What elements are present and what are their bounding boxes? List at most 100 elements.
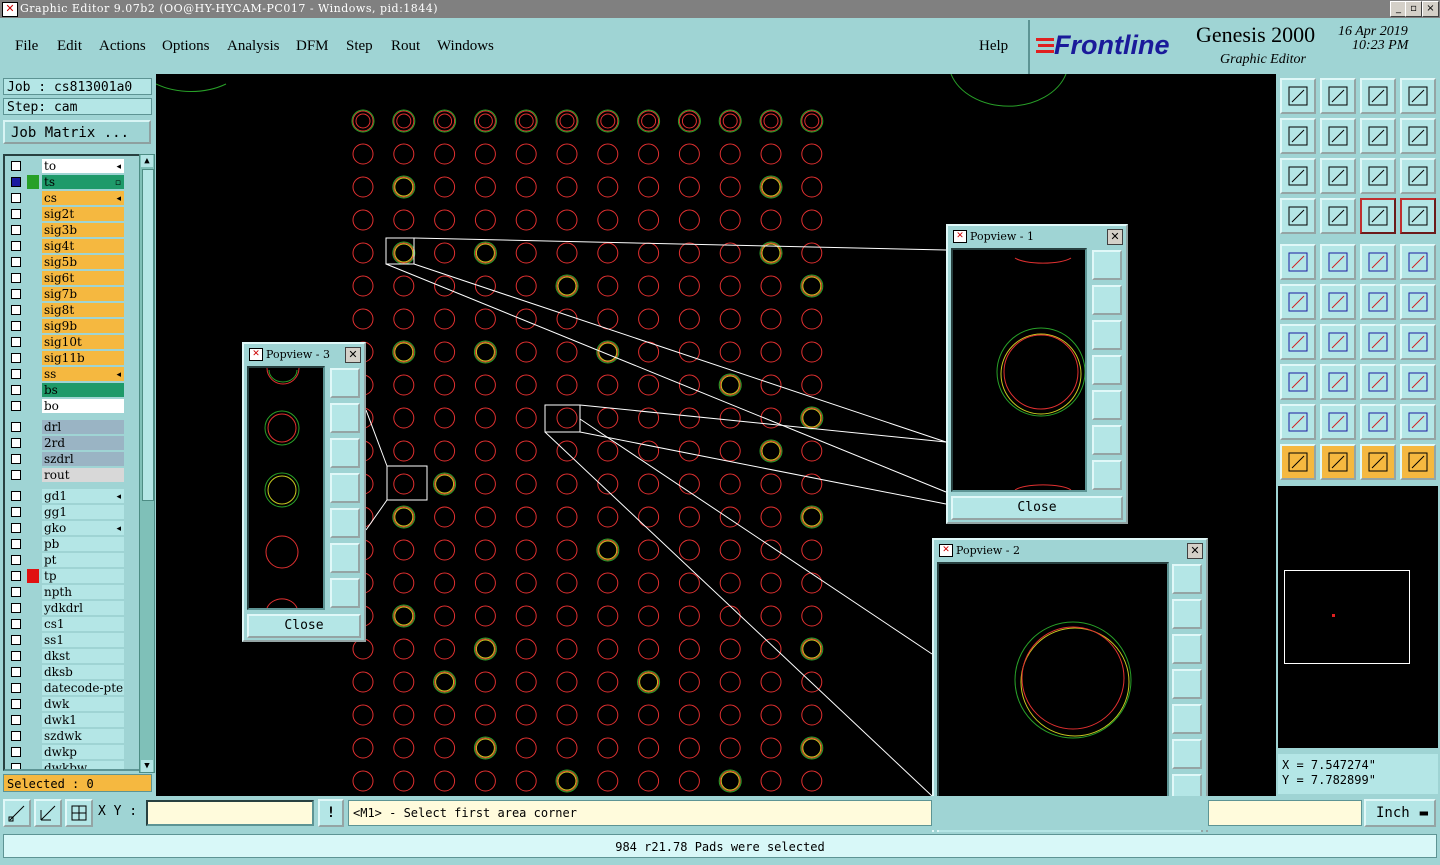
pad[interactable] <box>719 176 741 198</box>
pad[interactable] <box>597 572 619 594</box>
pad[interactable] <box>597 506 619 528</box>
layer-row[interactable]: bs <box>5 382 142 398</box>
layer-name[interactable]: sig9b <box>42 319 124 333</box>
pan-left-button[interactable] <box>1280 118 1316 154</box>
pad[interactable] <box>801 605 823 627</box>
layer-checkbox[interactable] <box>11 571 21 581</box>
flow-button[interactable] <box>1400 444 1436 480</box>
pad[interactable] <box>597 671 619 693</box>
layer-name[interactable]: ss ◂ <box>42 367 124 381</box>
layer-color-swatch[interactable] <box>27 521 39 535</box>
pad[interactable] <box>434 341 456 363</box>
pad[interactable] <box>556 638 578 660</box>
pad[interactable] <box>597 770 619 792</box>
pad[interactable] <box>760 176 782 198</box>
layer-color-swatch[interactable] <box>27 223 39 237</box>
pad[interactable] <box>760 308 782 330</box>
layer-row[interactable]: ss ◂ <box>5 366 142 382</box>
pad[interactable] <box>434 605 456 627</box>
pad[interactable] <box>719 275 741 297</box>
pad[interactable] <box>352 308 374 330</box>
pad[interactable] <box>352 704 374 726</box>
pad[interactable] <box>474 539 496 561</box>
popview-zoom-in-button[interactable] <box>1092 460 1122 490</box>
layer-color-swatch[interactable] <box>27 468 39 482</box>
close-window-button[interactable]: × <box>1422 1 1439 17</box>
cursor-box-button[interactable] <box>1320 444 1356 480</box>
menu-edit[interactable]: Edit <box>57 38 82 55</box>
pad[interactable] <box>515 209 537 231</box>
scroll-up-icon[interactable]: ▲ <box>141 155 153 167</box>
cluster-button[interactable] <box>1400 364 1436 400</box>
popview-zoom-fit-button[interactable] <box>1172 564 1202 594</box>
pad[interactable] <box>393 440 415 462</box>
layer-color-swatch[interactable] <box>27 420 39 434</box>
layer-color-swatch[interactable] <box>27 553 39 567</box>
popview-pan-left-button[interactable] <box>330 473 360 503</box>
layer-row[interactable]: sig7b <box>5 286 142 302</box>
pad[interactable] <box>434 176 456 198</box>
pad[interactable] <box>393 143 415 165</box>
pad[interactable] <box>801 704 823 726</box>
pad[interactable] <box>393 209 415 231</box>
layer-checkbox[interactable] <box>11 699 21 709</box>
layer-color-swatch[interactable] <box>27 665 39 679</box>
pad[interactable] <box>638 704 660 726</box>
layer-color-swatch[interactable] <box>27 489 39 503</box>
pad[interactable] <box>760 275 782 297</box>
window-button[interactable] <box>1400 78 1436 114</box>
layer-name[interactable]: cs ◂ <box>42 191 124 205</box>
pad[interactable] <box>678 407 700 429</box>
menu-options[interactable]: Options <box>162 38 210 55</box>
pad[interactable] <box>434 506 456 528</box>
pad[interactable] <box>678 539 700 561</box>
layer-row[interactable]: sig3b <box>5 222 142 238</box>
arch-button[interactable] <box>1320 404 1356 440</box>
pad[interactable] <box>597 539 619 561</box>
pad[interactable] <box>638 308 660 330</box>
pad[interactable] <box>352 638 374 660</box>
layer-checkbox[interactable] <box>11 491 21 501</box>
layer-name[interactable]: gg1 <box>42 505 124 519</box>
layer-name[interactable]: dwkp <box>42 745 124 759</box>
layer-name[interactable]: sig8t <box>42 303 124 317</box>
popview-1-close-x[interactable]: ✕ <box>1107 229 1123 245</box>
pad[interactable] <box>474 209 496 231</box>
pad[interactable] <box>801 506 823 528</box>
layer-name[interactable]: rout <box>42 468 124 482</box>
layer-checkbox[interactable] <box>11 603 21 613</box>
pad[interactable] <box>474 176 496 198</box>
scale-button[interactable] <box>1360 158 1396 194</box>
layer-row[interactable]: rout <box>5 467 142 483</box>
popview-pan-down-button[interactable] <box>1092 320 1122 350</box>
pad[interactable] <box>760 374 782 396</box>
layer-row[interactable]: dwk <box>5 696 142 712</box>
layer-color-swatch[interactable] <box>27 745 39 759</box>
pad[interactable] <box>556 572 578 594</box>
triangle-button[interactable] <box>1280 404 1316 440</box>
layer-name[interactable]: 2rd <box>42 436 124 450</box>
popview-zoom-out-button[interactable] <box>1092 425 1122 455</box>
pad[interactable] <box>556 308 578 330</box>
pad[interactable] <box>760 143 782 165</box>
layer-name[interactable]: datecode-pte <box>42 681 124 695</box>
menu-dfm[interactable]: DFM <box>296 38 329 55</box>
layer-checkbox[interactable] <box>11 385 21 395</box>
pad[interactable] <box>393 341 415 363</box>
pad[interactable] <box>352 143 374 165</box>
pad[interactable] <box>474 308 496 330</box>
menu-analysis[interactable]: Analysis <box>227 38 280 55</box>
layer-row[interactable]: tp <box>5 568 142 584</box>
layer-color-swatch[interactable] <box>27 191 39 205</box>
grid-button[interactable] <box>65 799 93 827</box>
xy-input[interactable] <box>146 800 314 826</box>
pad[interactable] <box>678 473 700 495</box>
layer-row[interactable]: dwkp <box>5 744 142 760</box>
pad[interactable] <box>678 275 700 297</box>
layer-name[interactable]: dksb <box>42 665 124 679</box>
pad[interactable] <box>597 638 619 660</box>
pad[interactable] <box>434 539 456 561</box>
pan-right-button[interactable] <box>1320 118 1356 154</box>
pad[interactable] <box>760 539 782 561</box>
layer-row[interactable]: dkst <box>5 648 142 664</box>
